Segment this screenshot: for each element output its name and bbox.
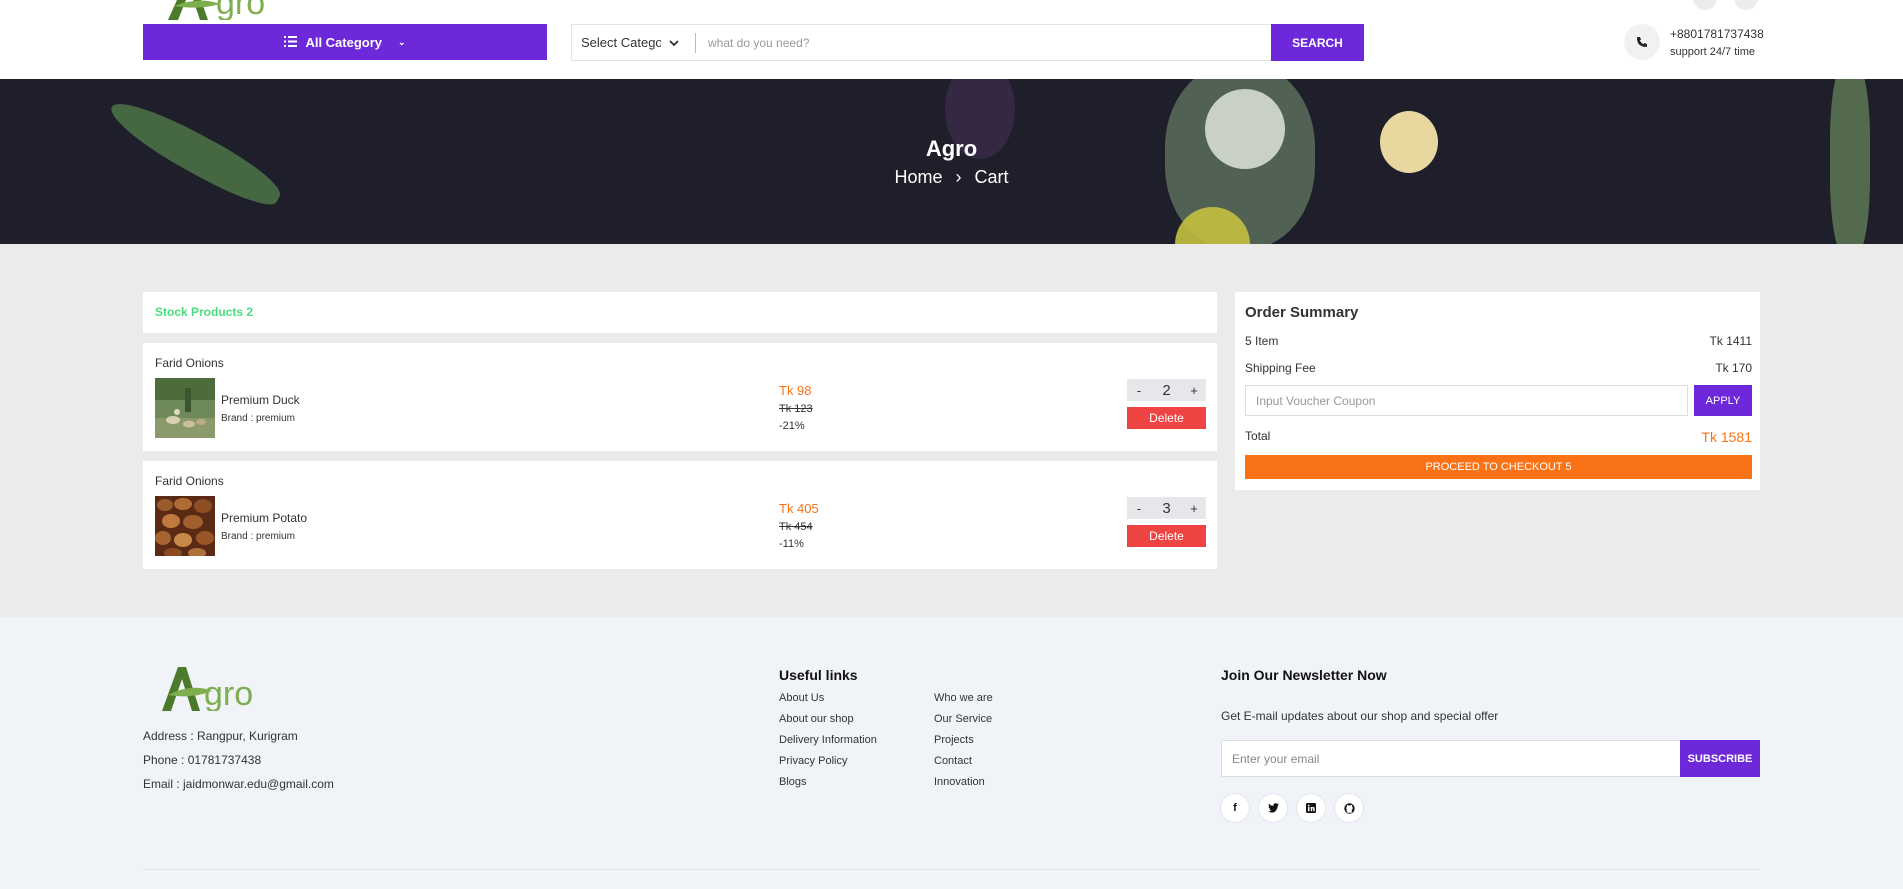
site-logo[interactable]: gro [160, 0, 300, 20]
all-category-button[interactable]: All Category ⌄ [143, 24, 547, 60]
footer-link[interactable]: About Us [779, 692, 824, 704]
shipping-label: Shipping Fee [1245, 361, 1316, 375]
footer-link[interactable]: Innovation [934, 776, 985, 788]
apply-voucher-button[interactable]: APPLY [1694, 385, 1752, 416]
stock-products-label: Stock Products 2 [155, 305, 254, 319]
quantity-value: 2 [1162, 381, 1171, 399]
footer-divider [143, 869, 1760, 870]
breadcrumb-chevron-icon: › [955, 167, 962, 187]
increase-quantity-button[interactable]: + [1182, 383, 1206, 398]
useful-links-title: Useful links [779, 667, 858, 683]
search-bar: Select Category SEARCH [571, 24, 1364, 61]
shipping-row: Shipping Fee Tk 170 [1245, 361, 1752, 375]
shipping-fee: Tk 170 [1715, 361, 1752, 375]
footer-phone: Phone : 01781737438 [143, 753, 262, 767]
cart-item: Farid Onions Premium Potato Brand : prem… [143, 461, 1217, 569]
total-label: Total [1245, 429, 1271, 443]
footer-link[interactable]: Projects [934, 734, 974, 746]
product-image-duck[interactable] [155, 378, 215, 438]
support-phone: +8801781737438 [1670, 27, 1764, 41]
linkedin-icon[interactable] [1297, 794, 1325, 822]
delete-item-button[interactable]: Delete [1127, 407, 1206, 429]
header-icon-button[interactable] [1693, 0, 1717, 10]
footer-address: Address : Rangpur, Kurigram [143, 729, 298, 743]
item-old-price: Tk 454 [779, 521, 813, 533]
stock-header: Stock Products 2 [143, 292, 1217, 333]
category-select-label: Select Category [581, 35, 662, 50]
total-value: Tk 1581 [1701, 429, 1752, 445]
item-name: Premium Potato [221, 511, 308, 525]
newsletter-form: SUBSCRIBE [1221, 740, 1760, 777]
category-select[interactable]: Select Category [572, 25, 696, 60]
order-summary: Order Summary 5 Item Tk 1411 Shipping Fe… [1235, 292, 1760, 490]
voucher-input[interactable] [1245, 385, 1688, 416]
search-button[interactable]: SEARCH [1271, 24, 1364, 61]
site-footer: gro Address : Rangpur, Kurigram Phone : … [0, 617, 1903, 889]
footer-link[interactable]: Blogs [779, 776, 807, 788]
decrease-quantity-button[interactable]: - [1127, 501, 1151, 516]
increase-quantity-button[interactable]: + [1182, 501, 1206, 516]
svg-text:gro: gro [216, 0, 265, 20]
newsletter-title: Join Our Newsletter Now [1221, 667, 1387, 683]
total-row: Total Tk 1581 [1245, 429, 1752, 445]
footer-logo[interactable]: gro [158, 661, 268, 716]
svg-text:gro: gro [204, 675, 253, 711]
item-discount: -11% [779, 538, 804, 550]
footer-link[interactable]: Who we are [934, 692, 993, 704]
item-price: Tk 405 [779, 501, 819, 516]
footer-link[interactable]: Contact [934, 755, 972, 767]
breadcrumb: Home › Cart [0, 167, 1903, 188]
cart-section: Stock Products 2 Farid Onions Premium Du… [0, 244, 1903, 617]
breadcrumb-current: Cart [974, 167, 1009, 187]
quantity-stepper: - 3 + [1127, 497, 1206, 519]
page-title: Agro [925, 136, 978, 161]
newsletter-subtitle: Get E-mail updates about our shop and sp… [1221, 709, 1499, 723]
order-summary-title: Order Summary [1245, 304, 1359, 321]
proceed-to-checkout-button[interactable]: PROCEED TO CHECKOUT 5 [1245, 455, 1752, 479]
site-header: gro All Category ⌄ Select Category SEARC… [0, 0, 1903, 79]
facebook-icon[interactable]: f [1221, 794, 1249, 822]
item-brand: Brand : premium [221, 531, 295, 542]
breadcrumb-home-link[interactable]: Home [894, 167, 942, 187]
footer-email: Email : jaidmonwar.edu@gmail.com [143, 777, 334, 791]
chevron-down-icon [669, 35, 679, 50]
phone-icon [1624, 24, 1660, 60]
cart-item: Farid Onions Premium Duck Brand : premiu… [143, 343, 1217, 451]
all-category-label: All Category [305, 34, 383, 50]
footer-link[interactable]: Delivery Information [779, 734, 877, 746]
newsletter-email-input[interactable] [1222, 741, 1680, 776]
support-hours: support 24/7 time [1670, 46, 1755, 58]
product-image-potato[interactable] [155, 496, 215, 556]
item-name: Premium Duck [221, 393, 300, 407]
items-subtotal: Tk 1411 [1709, 334, 1752, 348]
footer-link[interactable]: Privacy Policy [779, 755, 847, 767]
delete-item-button[interactable]: Delete [1127, 525, 1206, 547]
item-shop-name: Farid Onions [155, 356, 224, 370]
item-discount: -21% [779, 420, 805, 432]
items-row: 5 Item Tk 1411 [1245, 334, 1752, 348]
footer-link[interactable]: Our Service [934, 713, 992, 725]
search-input[interactable] [696, 25, 1271, 60]
item-shop-name: Farid Onions [155, 474, 224, 488]
twitter-icon[interactable] [1259, 794, 1287, 822]
chevron-down-icon: ⌄ [398, 36, 406, 47]
list-icon [284, 35, 298, 50]
item-old-price: Tk 123 [779, 403, 813, 415]
item-price: Tk 98 [779, 383, 812, 398]
quantity-stepper: - 2 + [1127, 379, 1206, 401]
page-banner: Agro Home › Cart [0, 79, 1903, 244]
github-icon[interactable] [1335, 794, 1363, 822]
items-count-label: 5 Item [1245, 334, 1279, 348]
header-icon-button[interactable] [1734, 0, 1758, 10]
decrease-quantity-button[interactable]: - [1127, 383, 1151, 398]
item-brand: Brand : premium [221, 413, 295, 424]
footer-link[interactable]: About our shop [779, 713, 854, 725]
subscribe-button[interactable]: SUBSCRIBE [1680, 740, 1760, 777]
quantity-value: 3 [1162, 499, 1171, 517]
